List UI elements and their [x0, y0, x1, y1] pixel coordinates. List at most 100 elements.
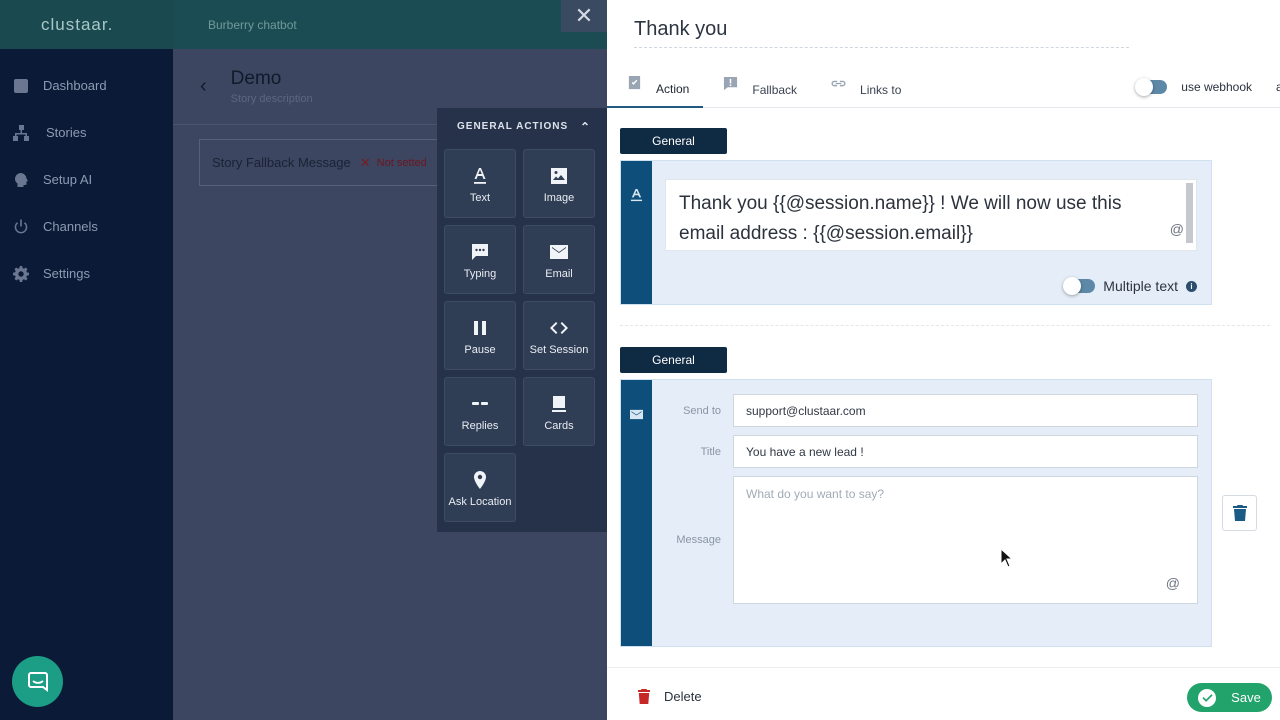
action-set-session[interactable]: Set Session: [523, 301, 595, 370]
textarea-scrollbar[interactable]: [1186, 183, 1193, 243]
action-image[interactable]: Image: [523, 149, 595, 218]
general-section-button[interactable]: General: [620, 347, 727, 373]
action-label: Set Session: [529, 343, 589, 356]
logo-bar: clustaar.: [0, 0, 173, 49]
check-icon: [1198, 688, 1217, 707]
mention-at-icon[interactable]: @: [1166, 575, 1180, 591]
typing-icon: [470, 240, 490, 264]
top-bar: Burberry chatbot: [173, 0, 607, 49]
multiple-text-toggle[interactable]: [1063, 277, 1096, 295]
story-fallback-message[interactable]: Story Fallback Message ✕ Not setted: [199, 139, 459, 186]
cards-icon: [549, 392, 569, 416]
sidebar: clustaar. Dashboard Stories Setup AI Cha…: [0, 0, 173, 720]
bot-name: Burberry chatbot: [208, 17, 297, 32]
action-cards[interactable]: Cards: [523, 377, 595, 446]
message-placeholder: What do you want to say?: [746, 487, 885, 501]
tab-action[interactable]: Action: [607, 72, 704, 108]
replies-icon: [470, 392, 490, 416]
email-action-block: Send to support@clustaar.com Title You h…: [620, 379, 1212, 647]
link-icon: [831, 80, 846, 86]
sidebar-item-channels[interactable]: Channels: [0, 203, 173, 250]
block-stripe: [621, 161, 652, 304]
title-row: Title You have a new lead !: [665, 435, 1198, 468]
send-to-label: Send to: [683, 404, 721, 417]
text-message-input[interactable]: Thank you {{@session.name}} ! We will no…: [665, 179, 1197, 251]
webhook-toggle-group: use webhook: [1135, 78, 1252, 96]
action-typing[interactable]: Typing: [444, 225, 516, 294]
trash-icon: [638, 689, 650, 704]
email-icon: [549, 240, 569, 264]
sidebar-item-label: Dashboard: [43, 78, 107, 93]
stories-icon: [12, 124, 30, 142]
back-arrow-icon[interactable]: ‹: [200, 75, 207, 98]
tab-label: Fallback: [752, 83, 798, 97]
tab-links-to[interactable]: Links to: [811, 72, 915, 108]
sidebar-item-settings[interactable]: Settings: [0, 250, 173, 297]
action-label: Replies: [461, 419, 499, 432]
title-label: Title: [700, 445, 721, 458]
webhook-label: use webhook: [1181, 80, 1252, 94]
title-input[interactable]: You have a new lead !: [733, 435, 1198, 468]
mouse-cursor-icon: [1000, 548, 1014, 568]
email-icon: [630, 409, 643, 420]
action-ask-location[interactable]: Ask Location: [444, 453, 516, 522]
location-icon: [470, 468, 490, 492]
story-title: Demo: [230, 68, 282, 89]
general-actions-header[interactable]: GENERAL ACTIONS ⌃: [437, 108, 607, 145]
action-pause[interactable]: Pause: [444, 301, 516, 370]
general-actions-title: GENERAL ACTIONS: [457, 121, 569, 132]
save-label: Save: [1231, 690, 1261, 705]
multiple-text-group: Multiple text i: [1063, 277, 1197, 295]
mention-at-icon[interactable]: @: [1170, 214, 1184, 244]
webhook-toggle[interactable]: [1135, 78, 1168, 96]
action-label: Pause: [464, 343, 496, 356]
chat-icon: [27, 671, 48, 692]
text-icon: [630, 189, 643, 202]
truncated-label: a: [1276, 80, 1280, 94]
block-stripe: [621, 380, 652, 646]
message-textarea[interactable]: What do you want to say? @: [733, 476, 1198, 604]
sidebar-item-label: Setup AI: [43, 172, 93, 187]
fallback-status: Not setted: [376, 156, 427, 169]
delete-step-button[interactable]: Delete: [638, 689, 702, 704]
chevron-up-icon[interactable]: ⌃: [580, 120, 591, 134]
save-button[interactable]: Save: [1187, 683, 1272, 712]
sidebar-item-label: Settings: [43, 266, 90, 281]
sidebar-item-stories[interactable]: Stories: [0, 109, 173, 156]
sidebar-item-label: Channels: [43, 219, 98, 234]
sidebar-item-dashboard[interactable]: Dashboard: [0, 62, 173, 109]
info-icon[interactable]: i: [1186, 280, 1197, 292]
general-actions-panel: GENERAL ACTIONS ⌃ Text Image Typing Emai…: [437, 108, 607, 532]
sidebar-item-setup-ai[interactable]: Setup AI: [0, 156, 173, 203]
tab-label: Links to: [860, 83, 902, 97]
block-divider: [620, 325, 1270, 326]
action-label: Image: [543, 191, 575, 204]
image-icon: [549, 164, 569, 188]
support-chat-button[interactable]: [12, 656, 63, 707]
clustaar-logo[interactable]: clustaar.: [41, 15, 113, 35]
action-replies[interactable]: Replies: [444, 377, 516, 446]
gear-icon: [12, 265, 30, 283]
close-panel-button[interactable]: ✕: [561, 0, 607, 32]
delete-block-button[interactable]: [1222, 495, 1257, 531]
general-section-button[interactable]: General: [620, 128, 727, 154]
action-text[interactable]: Text: [444, 149, 516, 218]
action-email[interactable]: Email: [523, 225, 595, 294]
text-icon: [470, 164, 490, 188]
editor-footer: Delete Save: [607, 667, 1280, 720]
story-description[interactable]: Story description: [231, 93, 313, 105]
not-set-icon: ✕: [359, 154, 371, 170]
sidebar-nav: Dashboard Stories Setup AI Channels Sett…: [0, 49, 173, 297]
story-step-editor: Thank you Action Fallback Links to use w…: [607, 0, 1280, 720]
pause-icon: [470, 316, 490, 340]
action-label: Text: [469, 191, 491, 204]
action-label: Cards: [544, 419, 574, 432]
tab-fallback[interactable]: Fallback: [703, 72, 811, 108]
send-to-row: Send to support@clustaar.com: [665, 394, 1198, 427]
step-title-input[interactable]: Thank you: [634, 18, 1129, 48]
brain-icon: [12, 171, 30, 189]
sidebar-item-label: Stories: [46, 125, 87, 140]
delete-label: Delete: [664, 689, 702, 704]
send-to-input[interactable]: support@clustaar.com: [733, 394, 1198, 427]
tab-label: Action: [656, 82, 690, 96]
